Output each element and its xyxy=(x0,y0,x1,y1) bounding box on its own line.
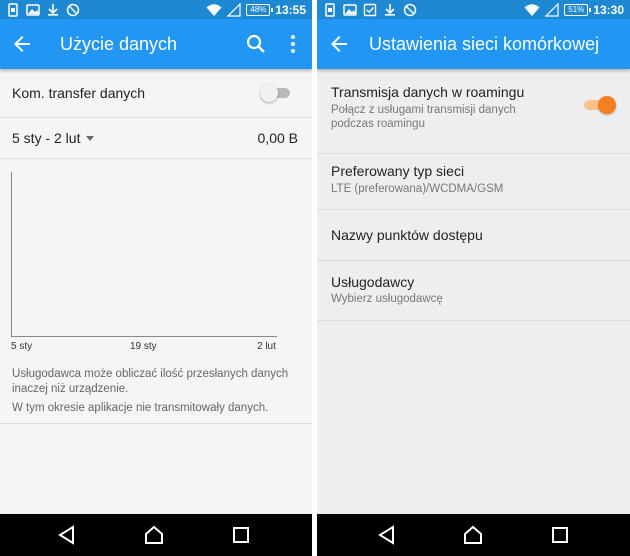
roaming-subtitle: Połącz z usługami transmisji danych podc… xyxy=(331,104,516,130)
navigation-bar xyxy=(0,514,312,556)
clock: 13:30 xyxy=(593,2,624,17)
nav-back-icon[interactable] xyxy=(57,525,77,545)
date-range-dropdown[interactable]: 5 sty - 2 lut xyxy=(12,130,80,146)
preferred-network-subtitle: LTE (preferowana)/WCDMA/GSM xyxy=(331,183,504,195)
navigation-bar xyxy=(317,514,630,556)
no-apps-note: W tym okresie aplikacje nie transmitował… xyxy=(12,402,269,414)
preferred-network-title: Preferowany typ sieci xyxy=(331,163,465,179)
arrow-back-icon[interactable] xyxy=(10,32,34,56)
wifi-icon xyxy=(524,3,540,16)
system-icons: 51% 13:30 xyxy=(524,1,624,18)
data-used-value: 0,00 B xyxy=(257,130,298,146)
nav-recents-icon[interactable] xyxy=(550,525,570,545)
access-point-names-item[interactable]: Nazwy punktów dostępu xyxy=(317,210,630,260)
notification-icons xyxy=(323,2,417,17)
nav-recents-icon[interactable] xyxy=(231,525,251,545)
operators-title: Usługodawcy xyxy=(331,274,415,290)
divider xyxy=(317,320,630,321)
sim-update-icon xyxy=(8,2,18,17)
download-icon xyxy=(48,3,58,16)
mobile-data-row[interactable]: Kom. transfer danych xyxy=(0,69,312,117)
nav-home-icon[interactable] xyxy=(463,525,483,545)
app-toolbar: Ustawienia sieci komórkowej xyxy=(317,19,630,69)
search-icon[interactable] xyxy=(244,32,268,56)
signal-icon xyxy=(227,2,241,17)
system-icons: 48% 13:55 xyxy=(206,1,306,18)
mobile-data-switch[interactable] xyxy=(260,84,290,102)
preferred-network-type-item[interactable]: Preferowany typ sieci LTE (preferowana)/… xyxy=(317,154,630,209)
switch-thumb xyxy=(260,84,278,102)
app-toolbar: Użycie danych xyxy=(0,19,312,69)
carrier-note: Usługodawca może obliczać ilość przesłan… xyxy=(12,368,289,395)
screenshots: 48% 13:55 Użycie danych Kom. transfer da… xyxy=(0,0,630,556)
clock: 13:55 xyxy=(275,2,306,17)
apn-title: Nazwy punktów dostępu xyxy=(331,227,483,243)
network-operators-item[interactable]: Usługodawcy Wybierz usługodawcę xyxy=(317,261,630,320)
usage-chart: 5 sty 19 sty 2 lut xyxy=(0,159,312,359)
dropdown-arrow-icon[interactable] xyxy=(86,136,94,141)
more-vert-icon[interactable] xyxy=(281,32,305,56)
wifi-icon xyxy=(206,3,222,16)
signal-icon xyxy=(545,2,559,17)
mobile-network-settings-screen: 51% 13:30 Ustawienia sieci komórkowej Tr… xyxy=(317,0,630,556)
battery-indicator: 51% xyxy=(564,3,592,16)
page-title: Użycie danych xyxy=(60,34,178,54)
chart-tick-label: 2 lut xyxy=(257,341,276,352)
chart-tick-label: 5 sty xyxy=(11,341,33,352)
data-saver-icon xyxy=(66,3,80,16)
image-icon xyxy=(343,3,357,16)
page-title: Ustawienia sieci komórkowej xyxy=(369,34,600,54)
roaming-setting-item[interactable]: Transmisja danych w roamingu Połącz z us… xyxy=(317,69,630,153)
nav-back-icon[interactable] xyxy=(377,525,397,545)
date-range-row: 5 sty - 2 lut 0,00 B xyxy=(0,118,312,158)
arrow-back-icon[interactable] xyxy=(327,32,351,56)
chart-x-axis xyxy=(11,336,277,337)
check-box-icon xyxy=(363,3,377,16)
status-bar: 48% 13:55 xyxy=(0,0,312,19)
status-bar: 51% 13:30 xyxy=(317,0,630,19)
notification-icons xyxy=(6,2,80,17)
roaming-title: Transmisja danych w roamingu xyxy=(331,84,525,100)
download-icon xyxy=(385,3,395,16)
nav-home-icon[interactable] xyxy=(144,525,164,545)
operators-subtitle: Wybierz usługodawcę xyxy=(331,293,443,305)
roaming-switch[interactable] xyxy=(584,96,616,114)
divider xyxy=(0,423,312,424)
battery-indicator: 48% xyxy=(246,3,274,16)
data-usage-screen: 48% 13:55 Użycie danych Kom. transfer da… xyxy=(0,0,312,556)
sim-update-icon xyxy=(325,2,335,17)
chart-tick-label: 19 sty xyxy=(130,341,157,352)
chart-y-axis xyxy=(11,172,12,336)
image-icon xyxy=(26,3,40,16)
switch-thumb xyxy=(598,96,616,114)
mobile-data-label: Kom. transfer danych xyxy=(12,85,146,101)
data-saver-icon xyxy=(403,3,417,16)
